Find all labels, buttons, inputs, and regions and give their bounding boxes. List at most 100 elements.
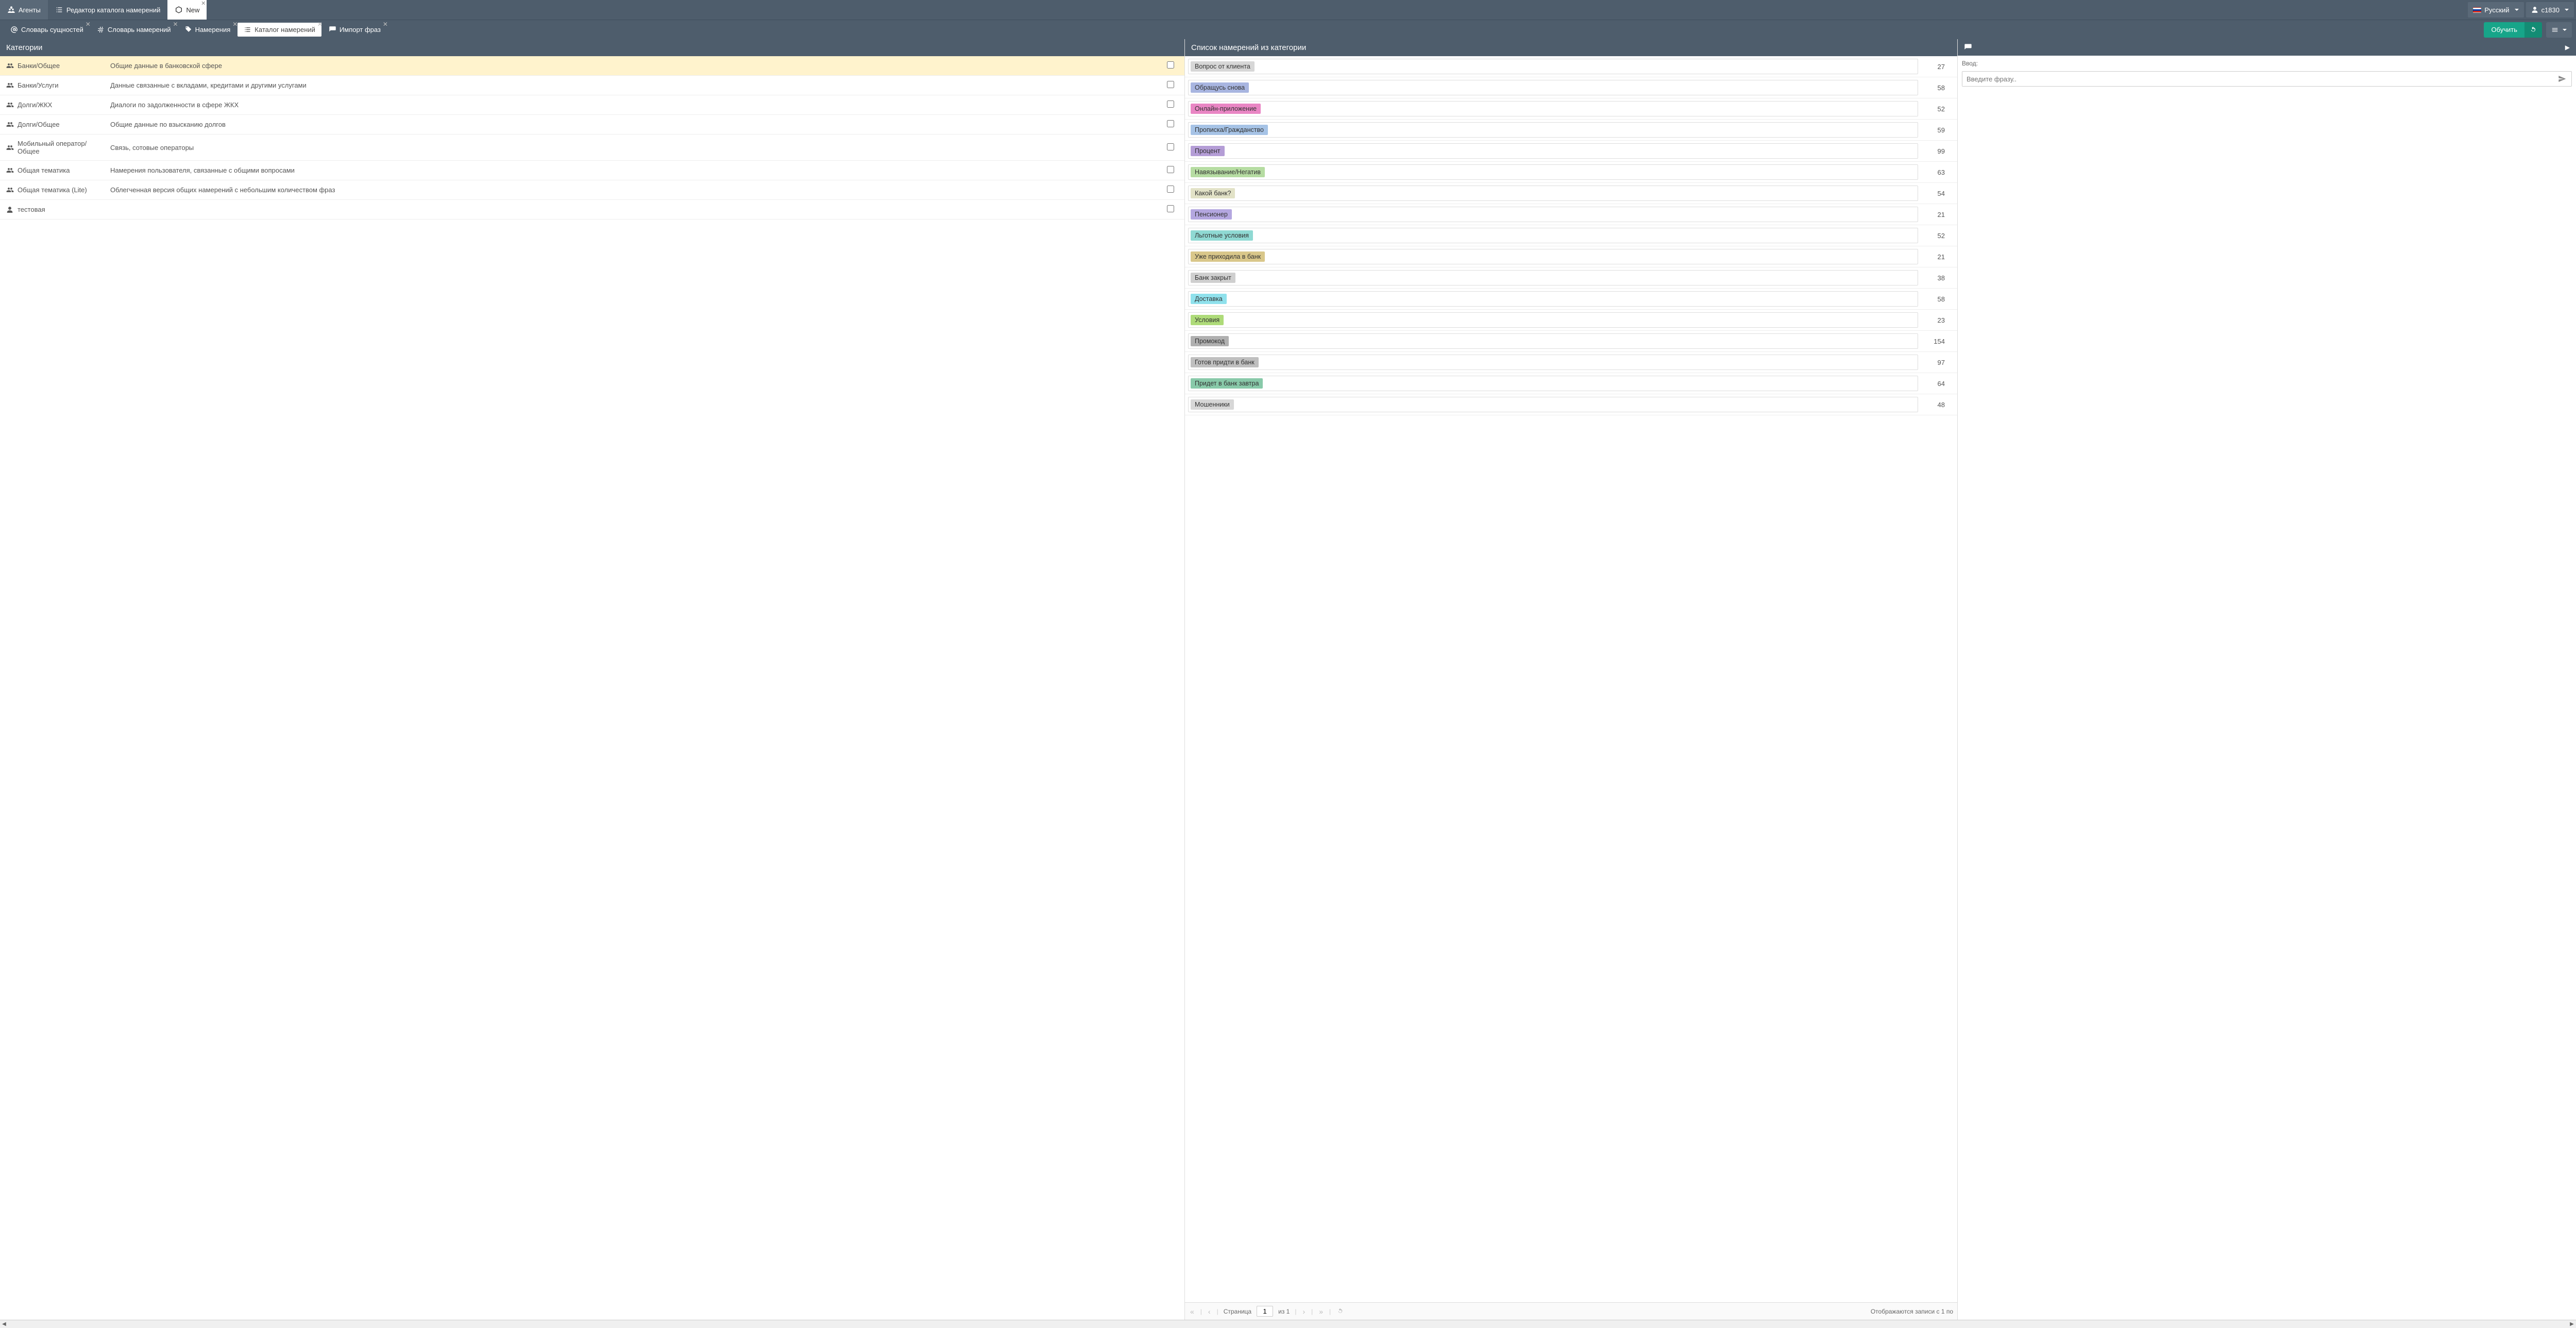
tab-intent-catalog[interactable]: Каталог намерений ✕ — [238, 23, 321, 37]
language-selector[interactable]: Русский — [2468, 2, 2523, 18]
intent-row[interactable]: Уже приходила в банк 21 — [1185, 246, 1957, 267]
tab-import-phrases[interactable]: Импорт фраз ✕ — [323, 23, 387, 37]
intent-count: 21 — [1918, 253, 1954, 261]
intent-count: 59 — [1918, 126, 1954, 134]
intent-tag[interactable]: Процент — [1191, 146, 1225, 156]
intent-list-panel: Список намерений из категории Вопрос от … — [1185, 39, 1958, 1320]
phrase-input-wrap — [1962, 71, 2572, 87]
pager-refresh[interactable] — [1336, 1308, 1345, 1315]
category-checkbox[interactable] — [1167, 143, 1174, 150]
main-layout: Категории Банки/ОбщееОбщие данные в банк… — [0, 39, 2576, 1320]
intent-tag[interactable]: Уже приходила в банк — [1191, 251, 1265, 262]
intent-row[interactable]: Пенсионер21 — [1185, 204, 1957, 225]
intent-row[interactable]: Прописка/Гражданство 59 — [1185, 120, 1957, 141]
intent-tag[interactable]: Мошенники — [1191, 399, 1234, 410]
categories-header: Категории — [0, 39, 1184, 56]
category-row[interactable]: Банки/УслугиДанные связанные с вкладами,… — [0, 76, 1184, 95]
intent-cell: Вопрос от клиента — [1188, 59, 1918, 74]
intent-tag[interactable]: Банк закрыт — [1191, 273, 1235, 283]
intent-tag[interactable]: Льготные условия — [1191, 230, 1253, 241]
category-row[interactable]: Общая тематика (Lite)Облегченная версия … — [0, 180, 1184, 200]
tab-entity-dict[interactable]: Словарь сущностей ✕ — [4, 23, 90, 37]
close-icon[interactable]: ✕ — [173, 21, 178, 28]
intent-row[interactable]: Процент99 — [1185, 141, 1957, 162]
category-checkbox[interactable] — [1167, 61, 1174, 69]
category-desc: Связь, сотовые операторы — [110, 144, 1163, 152]
category-row[interactable]: Долги/ЖКХДиалоги по задолженности в сфер… — [0, 95, 1184, 115]
send-button[interactable] — [2553, 72, 2571, 86]
scroll-left-icon[interactable]: ◀ — [0, 1321, 8, 1327]
intent-row[interactable]: Вопрос от клиента27 — [1185, 56, 1957, 77]
intent-tag[interactable]: Доставка — [1191, 294, 1227, 304]
category-row[interactable]: тестовая — [0, 200, 1184, 220]
tab-intent-dict[interactable]: Словарь намерений ✕ — [91, 23, 177, 37]
intent-list-title: Список намерений из категории — [1191, 43, 1306, 52]
category-checkbox[interactable] — [1167, 166, 1174, 173]
intent-tag[interactable]: Готов придти в банк — [1191, 357, 1259, 367]
user-menu[interactable]: c1830 — [2526, 2, 2574, 18]
category-desc: Общие данные по взысканию долгов — [110, 121, 1163, 128]
pager-last[interactable]: » — [1318, 1307, 1324, 1316]
scroll-track[interactable] — [8, 1320, 2568, 1328]
intent-count: 58 — [1918, 84, 1954, 92]
categories-title: Категории — [6, 43, 42, 52]
intent-tag[interactable]: Промокод — [1191, 336, 1229, 346]
intent-count: 52 — [1918, 105, 1954, 113]
intent-row[interactable]: Обращусь снова 58 — [1185, 77, 1957, 98]
intent-row[interactable]: Онлайн-приложение 52 — [1185, 98, 1957, 120]
group-icon — [6, 121, 18, 128]
tab-intents-label: Намерения — [195, 26, 231, 33]
horizontal-scrollbar[interactable]: ◀ ▶ — [0, 1320, 2576, 1328]
category-row[interactable]: Банки/ОбщееОбщие данные в банковской сфе… — [0, 56, 1184, 76]
intent-row[interactable]: Какой банк?54 — [1185, 183, 1957, 204]
intent-row[interactable]: Доставка58 — [1185, 289, 1957, 310]
nav-agents[interactable]: Агенты — [0, 0, 48, 20]
category-checkbox[interactable] — [1167, 186, 1174, 193]
nav-catalog-editor[interactable]: Редактор каталога намерений — [48, 0, 168, 20]
intent-row[interactable]: Промокод154 — [1185, 331, 1957, 352]
intent-tag[interactable]: Обращусь снова — [1191, 82, 1249, 93]
reload-icon[interactable] — [2524, 22, 2542, 38]
intent-tag[interactable]: Условия — [1191, 315, 1224, 325]
intent-tag[interactable]: Онлайн-приложение — [1191, 104, 1261, 114]
intent-tag[interactable]: Вопрос от клиента — [1191, 61, 1255, 72]
scroll-right-icon[interactable]: ▶ — [2568, 1321, 2576, 1327]
pager-prev[interactable]: ‹ — [1207, 1307, 1212, 1316]
intent-row[interactable]: Навязывание/Негатив63 — [1185, 162, 1957, 183]
intent-row[interactable]: Придет в банк завтра64 — [1185, 373, 1957, 394]
intent-row[interactable]: Готов придти в банк97 — [1185, 352, 1957, 373]
category-checkbox[interactable] — [1167, 205, 1174, 212]
intent-row[interactable]: Условия23 — [1185, 310, 1957, 331]
category-name: Общая тематика (Lite) — [18, 186, 110, 194]
category-row[interactable]: Общая тематикаНамерения пользователя, св… — [0, 161, 1184, 180]
phrase-input[interactable] — [1962, 72, 2553, 86]
tab-intents[interactable]: Намерения ✕ — [178, 23, 237, 37]
close-icon[interactable]: ✕ — [232, 21, 238, 28]
close-icon[interactable]: ✕ — [317, 21, 323, 28]
collapse-icon[interactable]: ▶ — [2565, 44, 2570, 51]
close-icon[interactable]: ✕ — [383, 21, 388, 28]
intent-tag[interactable]: Пенсионер — [1191, 209, 1232, 220]
close-icon[interactable]: ✕ — [86, 21, 91, 28]
category-row[interactable]: Мобильный оператор/ОбщееСвязь, сотовые о… — [0, 135, 1184, 161]
intent-row[interactable]: Банк закрыт38 — [1185, 267, 1957, 289]
intent-tag[interactable]: Какой банк? — [1191, 188, 1235, 198]
intent-tag[interactable]: Навязывание/Негатив — [1191, 167, 1265, 177]
pager-page-input[interactable] — [1257, 1306, 1273, 1317]
intent-tag[interactable]: Прописка/Гражданство — [1191, 125, 1268, 135]
category-name: Банки/Услуги — [18, 81, 110, 89]
category-row[interactable]: Долги/ОбщееОбщие данные по взысканию дол… — [0, 115, 1184, 135]
pager: « | ‹ | Страница из 1 | › | » | Отобража… — [1185, 1302, 1957, 1320]
category-checkbox[interactable] — [1167, 81, 1174, 88]
close-icon[interactable]: ✕ — [201, 0, 206, 7]
nav-new-tab[interactable]: New ✕ — [167, 0, 207, 20]
category-checkbox[interactable] — [1167, 100, 1174, 108]
intent-row[interactable]: Мошенники48 — [1185, 394, 1957, 415]
pager-next[interactable]: › — [1301, 1307, 1306, 1316]
menu-button[interactable] — [2546, 22, 2572, 38]
pager-first[interactable]: « — [1189, 1307, 1195, 1316]
teach-button[interactable]: Обучить — [2484, 22, 2542, 38]
intent-tag[interactable]: Придет в банк завтра — [1191, 378, 1263, 389]
category-checkbox[interactable] — [1167, 120, 1174, 127]
intent-row[interactable]: Льготные условия52 — [1185, 225, 1957, 246]
